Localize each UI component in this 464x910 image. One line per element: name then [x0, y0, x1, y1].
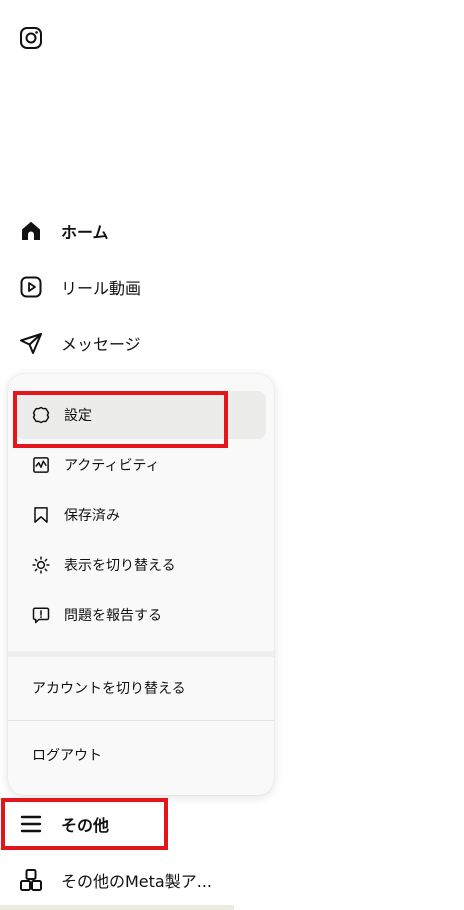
menu-divider — [8, 651, 274, 657]
menu-icon — [19, 812, 43, 836]
activity-icon — [32, 456, 50, 474]
report-icon — [32, 606, 50, 624]
menu-item-activity[interactable]: アクティビティ — [16, 441, 266, 489]
menu-item-switch-appearance-label: 表示を切り替える — [64, 558, 176, 574]
instagram-icon[interactable] — [19, 26, 43, 50]
switch-account-button[interactable]: アカウントを切り替える — [16, 664, 266, 712]
nav-meta-apps[interactable]: その他のMeta製ア... — [19, 866, 212, 894]
menu-item-report[interactable]: 問題を報告する — [16, 591, 266, 639]
nav-home[interactable]: ホーム — [19, 217, 109, 245]
nav-more-label: その他 — [61, 816, 110, 835]
menu-item-settings-label: 設定 — [64, 408, 92, 424]
menu-item-settings[interactable]: 設定 — [16, 391, 266, 439]
reels-icon — [19, 275, 43, 299]
menu-item-switch-appearance[interactable]: 表示を切り替える — [16, 541, 266, 589]
instagram-sidebar: ホーム リール動画 メッセージ 設定 アクティビティ 保存済み 表示を切り替える… — [0, 0, 464, 910]
nav-messages[interactable]: メッセージ — [19, 329, 141, 357]
logout-button[interactable]: ログアウト — [16, 731, 266, 779]
gear-icon — [32, 406, 50, 424]
bottom-strip — [0, 905, 234, 910]
home-icon — [19, 219, 43, 243]
apps-icon — [19, 868, 43, 892]
nav-reels[interactable]: リール動画 — [19, 273, 141, 301]
menu-divider — [8, 720, 274, 721]
menu-item-report-label: 問題を報告する — [64, 608, 162, 624]
nav-messages-label: メッセージ — [61, 335, 141, 354]
nav-home-label: ホーム — [61, 223, 109, 242]
menu-item-saved[interactable]: 保存済み — [16, 491, 266, 539]
menu-item-saved-label: 保存済み — [64, 508, 120, 524]
more-menu: 設定 アクティビティ 保存済み 表示を切り替える 問題を報告する アカウントを切… — [8, 374, 274, 795]
sun-icon — [32, 556, 50, 574]
send-icon — [19, 331, 43, 355]
nav-more[interactable]: その他 — [19, 810, 109, 838]
menu-item-activity-label: アクティビティ — [64, 458, 160, 474]
bookmark-icon — [32, 506, 50, 524]
nav-reels-label: リール動画 — [61, 279, 142, 298]
nav-meta-apps-label: その他のMeta製ア... — [61, 872, 212, 891]
